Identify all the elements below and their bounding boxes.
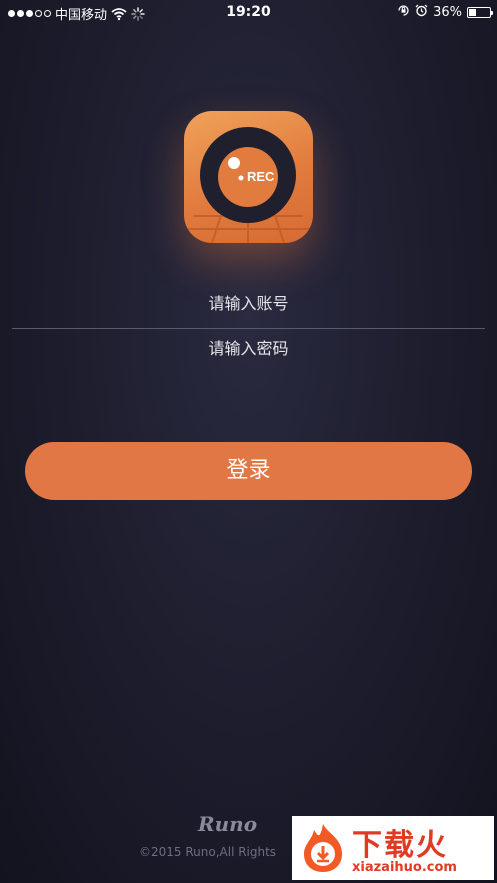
status-right: 36% [397, 4, 493, 21]
watermark-url: xiazaihuo.com [352, 860, 457, 875]
runo-brand-logo: Runo [198, 812, 258, 836]
rec-label: REC [247, 169, 275, 184]
account-placeholder: 请输入账号 [208, 294, 289, 313]
watermark-badge: 下载火 xiazaihuo.com [292, 816, 494, 880]
rotation-lock-icon [397, 4, 410, 21]
account-field[interactable]: 请输入账号 [12, 292, 485, 329]
login-button[interactable]: 登录 [25, 442, 472, 500]
password-placeholder: 请输入密码 [208, 339, 289, 358]
app-logo: REC [184, 111, 313, 243]
password-field[interactable]: 请输入密码 [12, 337, 485, 367]
fire-download-icon [304, 824, 342, 872]
battery-icon [467, 7, 493, 18]
copyright-text: ©2015 Runo,All Rights [139, 845, 277, 859]
status-bar: 中国移动 19:20 36% [0, 0, 497, 26]
alarm-icon [415, 4, 428, 21]
watermark-title: 下载火 [352, 828, 448, 863]
battery-percent: 36% [433, 5, 462, 20]
